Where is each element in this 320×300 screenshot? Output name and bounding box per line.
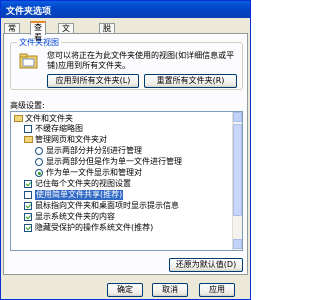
folder-views-group: 文件夹视图 您可以将正在为此文件夹使用的视图(如详细信息或平铺)应用到所有文件夹…	[10, 37, 243, 90]
scroll-up-button[interactable]	[233, 112, 242, 122]
folder-options-dialog: 文件夹选项 常规 查看 文件类型 脱机文件 文件夹视图 您可以将正在为此文件夹使…	[0, 0, 251, 300]
checkbox[interactable]	[24, 224, 32, 232]
scroll-thumb[interactable]	[233, 124, 242, 216]
restore-defaults-button[interactable]: 还原为默认值(D)	[169, 258, 243, 272]
cancel-button[interactable]: 取消	[152, 283, 188, 297]
checkbox[interactable]	[24, 191, 32, 199]
apply-to-all-folders-button[interactable]: 应用到所有文件夹(L)	[47, 74, 139, 88]
folder-views-description: 您可以将正在为此文件夹使用的视图(如详细信息或平铺)应用到所有文件夹。	[47, 51, 235, 70]
title-bar[interactable]: 文件夹选项	[1, 1, 250, 18]
scroll-down-button[interactable]	[233, 239, 242, 249]
advanced-settings-list[interactable]: 文件和文件夹 不缓存缩略图 管理网页和文件夹对 显示两部分并分别进行管理 显示两…	[10, 111, 243, 251]
radio-button[interactable]	[35, 169, 43, 177]
reset-all-folders-button[interactable]: 重置所有文件夹(R)	[144, 74, 237, 88]
view-tab-panel: 文件夹视图 您可以将正在为此文件夹使用的视图(如详细信息或平铺)应用到所有文件夹…	[3, 33, 248, 275]
radio-button[interactable]	[35, 158, 43, 166]
checkbox[interactable]	[24, 213, 32, 221]
tab-view[interactable]: 查看	[30, 21, 46, 42]
folder-views-icon	[19, 53, 38, 69]
vertical-scrollbar[interactable]	[232, 112, 242, 250]
apply-button[interactable]: 应用	[199, 283, 235, 297]
radio-button[interactable]	[35, 147, 43, 155]
ok-button[interactable]: 确定	[107, 283, 143, 297]
checkbox[interactable]	[24, 202, 32, 210]
folder-icon	[14, 115, 23, 122]
folder-icon	[24, 136, 33, 143]
checkbox[interactable]	[24, 125, 32, 133]
checkbox[interactable]	[24, 180, 32, 188]
window-title: 文件夹选项	[6, 7, 52, 17]
advanced-settings-label: 高级设置:	[10, 101, 45, 110]
